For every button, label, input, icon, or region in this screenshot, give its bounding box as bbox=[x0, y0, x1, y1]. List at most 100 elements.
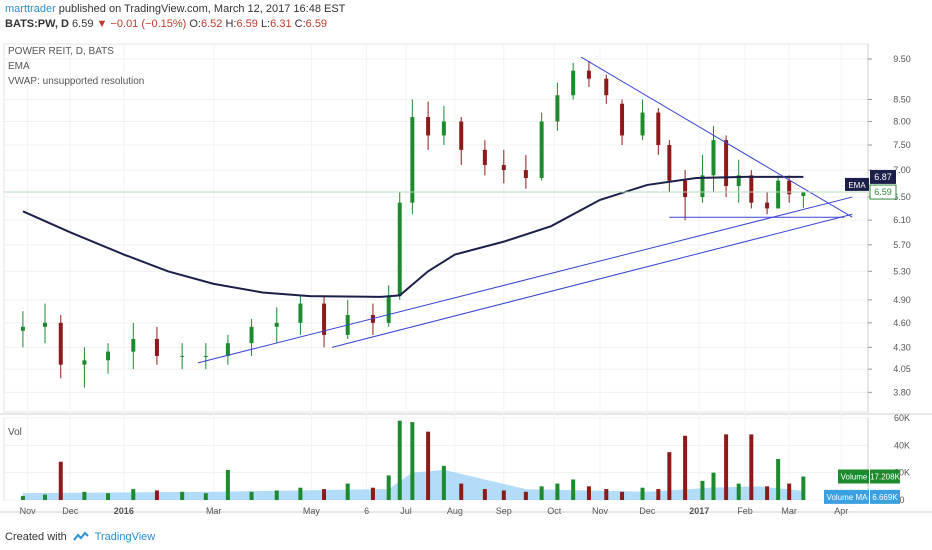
volume-bar bbox=[667, 452, 672, 500]
time-tick-label: Jul bbox=[400, 506, 412, 516]
volume-bar bbox=[345, 483, 350, 500]
candle-body bbox=[586, 70, 591, 79]
candle-body bbox=[667, 144, 672, 181]
candle-body bbox=[180, 355, 185, 357]
ema-tag-label: EMA bbox=[848, 181, 866, 190]
volume-bar bbox=[249, 491, 254, 500]
volume-bar bbox=[42, 494, 47, 500]
volume-ma-tag: Volume MA bbox=[827, 493, 869, 502]
volume-bar bbox=[523, 491, 528, 500]
low-value: 6.31 bbox=[270, 18, 292, 30]
high-label: H: bbox=[225, 18, 237, 30]
volume-bar bbox=[298, 487, 303, 500]
price-tick-label: 5.70 bbox=[893, 240, 911, 250]
volume-bar bbox=[274, 490, 279, 500]
open-label: O: bbox=[189, 18, 201, 30]
candle-body bbox=[724, 140, 729, 187]
candle-body bbox=[711, 140, 716, 176]
volume-bar bbox=[397, 420, 402, 500]
price-tick-label: 6.10 bbox=[893, 215, 911, 225]
price-tick-label: 4.30 bbox=[893, 342, 911, 352]
candle-body bbox=[131, 339, 136, 352]
change-value: −0.01 (−0.15%) bbox=[110, 18, 187, 30]
time-tick-label: 2017 bbox=[689, 506, 709, 516]
volume-bar bbox=[459, 483, 464, 500]
volume-label[interactable]: Vol bbox=[8, 427, 22, 438]
volume-bar bbox=[322, 489, 327, 500]
volume-bar bbox=[441, 465, 446, 500]
symbol-label[interactable]: BATS:PW, D bbox=[5, 18, 69, 30]
candle-body bbox=[386, 296, 391, 323]
time-tick-label: Oct bbox=[547, 506, 562, 516]
volume-bar bbox=[426, 431, 431, 500]
time-tick-label: Nov bbox=[20, 506, 37, 516]
candle-body bbox=[571, 70, 576, 96]
price-tick-label: 4.05 bbox=[893, 364, 911, 374]
price-tick-label: 8.50 bbox=[893, 94, 911, 104]
vwap-label[interactable]: VWAP: unsupported resolution bbox=[8, 74, 144, 89]
candle-body bbox=[656, 112, 661, 145]
volume-bar bbox=[82, 491, 87, 500]
candle-body bbox=[749, 175, 754, 203]
candle-body bbox=[776, 180, 781, 209]
volume-bar bbox=[410, 422, 415, 500]
candle-body bbox=[58, 322, 63, 365]
tradingview-brand[interactable]: TradingView bbox=[95, 531, 156, 543]
candle-body bbox=[459, 121, 464, 150]
volume-bar bbox=[749, 434, 754, 500]
volume-bar bbox=[555, 483, 560, 500]
price-tick-label: 8.00 bbox=[893, 117, 911, 127]
high-value: 6.59 bbox=[236, 18, 258, 30]
time-tick-label: Sep bbox=[496, 506, 512, 516]
candle-body bbox=[555, 95, 560, 122]
volume-bar bbox=[724, 434, 729, 500]
volume-bar bbox=[20, 495, 25, 500]
volume-bar bbox=[700, 480, 705, 500]
candle-body bbox=[397, 202, 402, 297]
candle-body bbox=[249, 326, 254, 344]
candle-body bbox=[501, 164, 506, 171]
price-tick-label: 5.30 bbox=[893, 266, 911, 276]
price-axis: 9.508.508.007.507.006.506.105.705.304.90… bbox=[867, 44, 911, 412]
price-tick-label: 4.90 bbox=[893, 295, 911, 305]
volume-bar bbox=[683, 435, 688, 500]
candle-body bbox=[604, 78, 609, 96]
candle-body bbox=[410, 116, 415, 203]
candle-body bbox=[82, 360, 87, 365]
candle-body bbox=[640, 112, 645, 136]
time-tick-label: May bbox=[303, 506, 321, 516]
price-tick-label: 4.60 bbox=[893, 318, 911, 328]
chart-header: marttrader published on TradingView.com,… bbox=[0, 0, 932, 44]
volume-bar bbox=[656, 489, 661, 500]
volume-bar bbox=[501, 490, 506, 500]
ema-price-value: 6.87 bbox=[874, 172, 892, 182]
volume-bar bbox=[58, 461, 63, 500]
volume-bar bbox=[203, 493, 208, 500]
ema-label[interactable]: EMA bbox=[8, 59, 144, 74]
candle-body bbox=[298, 303, 303, 323]
last-price-value: 6.59 bbox=[874, 187, 892, 197]
volume-bar bbox=[787, 483, 792, 500]
candle-body bbox=[225, 343, 230, 356]
author-link[interactable]: marttrader bbox=[5, 3, 56, 15]
low-label: L: bbox=[260, 18, 271, 30]
grid bbox=[0, 43, 932, 513]
time-tick-label: 2016 bbox=[114, 506, 134, 516]
footer: Created with TradingView bbox=[0, 527, 932, 550]
instrument-label[interactable]: POWER REIT, D, BATS bbox=[8, 44, 144, 59]
volume-tick-label: 60K bbox=[894, 413, 910, 423]
volume-bar bbox=[711, 472, 716, 500]
candle-body bbox=[274, 322, 279, 327]
candle-body bbox=[683, 180, 688, 198]
volume-tick-label: 40K bbox=[894, 440, 910, 450]
volume-bar bbox=[765, 486, 770, 500]
time-tick-label: Mar bbox=[206, 506, 222, 516]
price-tick-label: 7.50 bbox=[893, 140, 911, 150]
price-tick-label: 9.50 bbox=[893, 54, 911, 64]
candle-body bbox=[620, 103, 625, 136]
volume-bar bbox=[370, 487, 375, 500]
close-value: 6.59 bbox=[305, 18, 328, 30]
candle-body bbox=[20, 326, 25, 331]
volume-bar bbox=[776, 459, 781, 500]
close-label: C: bbox=[294, 18, 306, 30]
